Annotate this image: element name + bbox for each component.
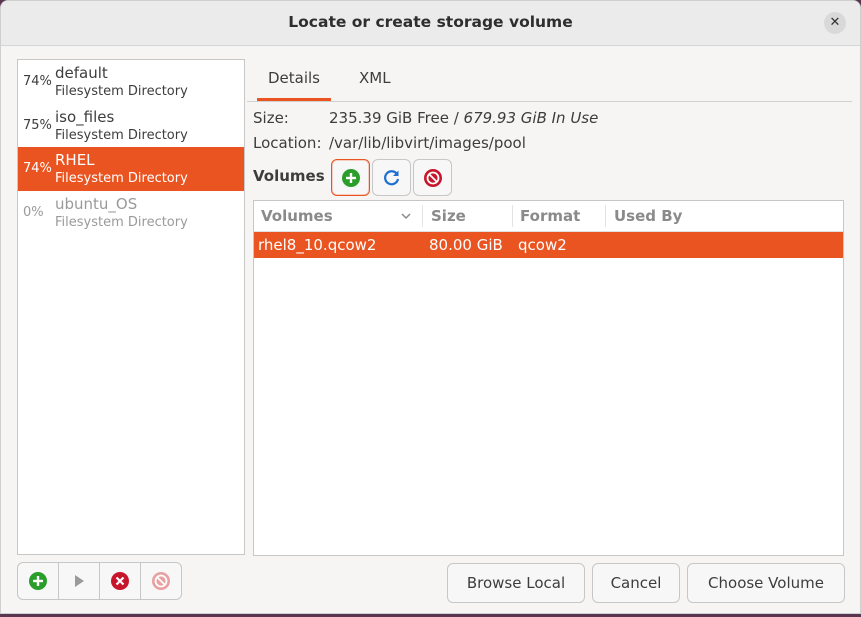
titlebar: Locate or create storage volume ✕ xyxy=(1,1,860,46)
volumes-label: Volumes xyxy=(253,167,325,185)
tab-bar: Details XML xyxy=(247,59,852,102)
stop-pool-button[interactable] xyxy=(100,562,141,600)
volume-toolbar xyxy=(331,159,452,196)
storage-volume-dialog: Locate or create storage volume ✕ 74% de… xyxy=(0,0,861,614)
start-pool-button[interactable] xyxy=(59,562,100,600)
cancel-button[interactable]: Cancel xyxy=(592,563,680,603)
pool-name: ubuntu_OS xyxy=(55,194,138,213)
refresh-volumes-button[interactable] xyxy=(372,159,411,196)
location-label: Location: xyxy=(253,134,322,152)
delete-volume-button[interactable] xyxy=(413,159,452,196)
pool-item-default[interactable]: 74% default Filesystem Directory xyxy=(18,60,244,104)
volumes-table: Volumes Size Format Used By rhel8_10.qco… xyxy=(253,200,844,556)
pool-usage: 74% xyxy=(23,74,52,89)
table-header: Volumes Size Format Used By xyxy=(254,201,843,232)
column-header-format[interactable]: Format xyxy=(520,207,580,225)
add-icon xyxy=(341,168,360,187)
choose-volume-button[interactable]: Choose Volume xyxy=(687,563,845,603)
pool-item-iso-files[interactable]: 75% iso_files Filesystem Directory xyxy=(18,104,244,148)
size-row: Size: 235.39 GiB Free / 679.93 GiB In Use xyxy=(253,109,598,127)
location-value: /var/lib/libvirt/images/pool xyxy=(329,134,526,152)
add-icon xyxy=(29,572,47,590)
close-button[interactable]: ✕ xyxy=(824,12,846,34)
add-pool-button[interactable] xyxy=(17,562,59,600)
size-free: 235.39 GiB Free / xyxy=(329,109,464,127)
tab-xml[interactable]: XML xyxy=(359,69,391,98)
volume-size: 80.00 GiB xyxy=(429,236,503,254)
location-row: Location: /var/lib/libvirt/images/pool xyxy=(253,134,526,152)
delete-icon xyxy=(152,572,170,590)
volume-format: qcow2 xyxy=(518,236,567,254)
pool-usage: 74% xyxy=(23,161,52,176)
size-label: Size: xyxy=(253,109,289,127)
pool-usage: 75% xyxy=(23,117,52,133)
pool-name: iso_files xyxy=(55,107,115,126)
pool-name: default xyxy=(55,64,108,82)
stop-icon xyxy=(111,572,129,590)
pool-type: Filesystem Directory xyxy=(55,84,188,99)
delete-pool-button[interactable] xyxy=(141,562,182,600)
column-header-size[interactable]: Size xyxy=(431,207,466,225)
pool-name: RHEL xyxy=(55,151,95,169)
dialog-title: Locate or create storage volume xyxy=(288,13,573,31)
column-header-used-by[interactable]: Used By xyxy=(614,207,682,225)
refresh-icon xyxy=(383,169,399,185)
table-row[interactable]: rhel8_10.qcow2 80.00 GiB qcow2 xyxy=(254,232,843,258)
pool-type: Filesystem Directory xyxy=(55,214,188,230)
pool-type: Filesystem Directory xyxy=(55,127,188,143)
column-header-volumes[interactable]: Volumes xyxy=(261,207,333,225)
sort-chevron-icon xyxy=(400,208,412,226)
add-volume-button[interactable] xyxy=(331,159,370,196)
size-in-use: 679.93 GiB In Use xyxy=(463,109,599,127)
pool-usage: 0% xyxy=(23,204,44,220)
browse-local-button[interactable]: Browse Local xyxy=(447,563,585,603)
details-notebook: Details XML Size: 235.39 GiB Free / 679.9… xyxy=(247,59,852,556)
volume-name: rhel8_10.qcow2 xyxy=(258,236,377,254)
pool-list: 74% default Filesystem Directory 75% iso… xyxy=(17,59,245,555)
delete-icon xyxy=(423,168,442,187)
play-icon xyxy=(75,575,84,587)
pool-toolbar xyxy=(17,562,182,600)
pool-item-ubuntu-os[interactable]: 0% ubuntu_OS Filesystem Directory xyxy=(18,191,244,235)
pool-item-rhel[interactable]: 74% RHEL Filesystem Directory xyxy=(18,147,244,191)
pool-type: Filesystem Directory xyxy=(55,171,188,186)
tab-details[interactable]: Details xyxy=(257,69,332,101)
